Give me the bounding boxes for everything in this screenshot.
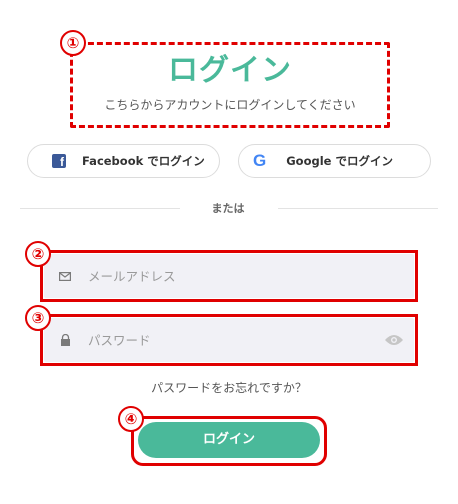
facebook-login-label: Facebook でログイン <box>82 154 205 168</box>
google-icon: G <box>253 151 267 170</box>
forgot-password-link[interactable]: パスワードをお忘れですか？ <box>100 379 358 396</box>
google-login-label: Google でログイン <box>286 154 393 168</box>
facebook-login-button[interactable]: f Facebook でログイン <box>27 144 220 178</box>
annotation-box-2 <box>40 250 418 302</box>
annotation-box-3 <box>40 314 418 366</box>
divider-label: または <box>211 202 245 215</box>
divider-line-right <box>278 208 438 209</box>
google-login-button[interactable]: G Google でログイン <box>238 144 431 178</box>
page-title: ログイン <box>168 53 292 88</box>
annotation-number-2: ② <box>25 241 51 267</box>
annotation-number-4: ④ <box>118 406 144 432</box>
annotation-box-4 <box>131 416 327 466</box>
page-subtitle: こちらからアカウントにログインしてください <box>104 98 356 112</box>
facebook-icon: f <box>52 154 66 168</box>
annotation-number-3: ③ <box>25 305 51 331</box>
divider-line-left <box>20 208 180 209</box>
